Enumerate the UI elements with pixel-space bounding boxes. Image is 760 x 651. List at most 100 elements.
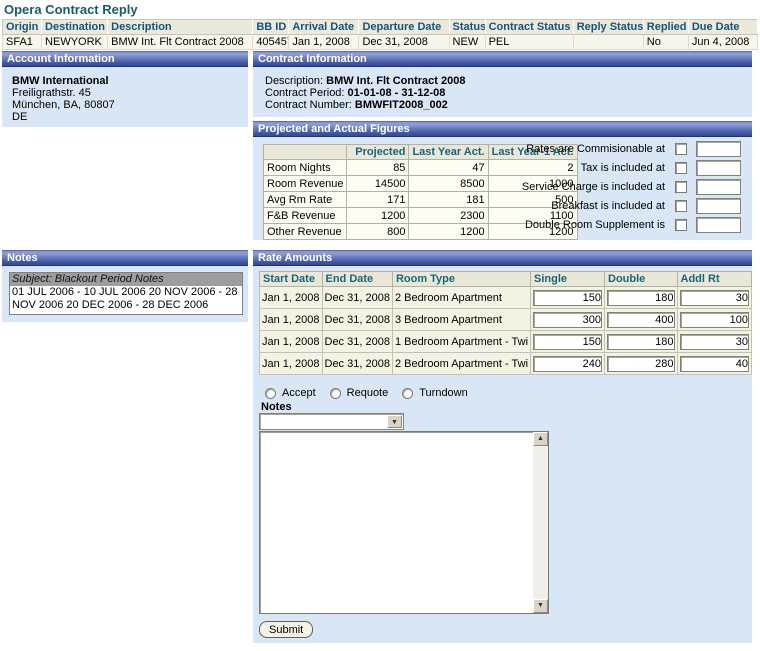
contract-summary-table: Origin Destination Description BB ID Arr… [2, 19, 758, 50]
breakfast-included-checkbox[interactable] [675, 200, 687, 212]
contract-description-value: BMW Int. Flt Contract 2008 [326, 75, 465, 87]
col-header-reply-status: Reply Status [573, 20, 643, 35]
row-label: Avg Rm Rate [264, 192, 347, 208]
contract-period-value: 01-01-08 - 31-12-08 [348, 87, 446, 99]
contract-period-label: Contract Period: [265, 87, 344, 99]
single-rate-input[interactable] [533, 290, 602, 306]
service-charge-input[interactable] [696, 179, 741, 195]
account-address-line: Freiligrathstr. 45 [12, 87, 115, 99]
cell-reply-status [573, 35, 643, 50]
rate-start-date: Jan 1, 2008 [260, 353, 323, 375]
col-header-destination: Destination [42, 20, 108, 35]
rate-start-date: Jan 1, 2008 [260, 309, 323, 331]
reply-notes-textarea[interactable]: ▲ ▼ [259, 431, 549, 614]
rate-addl-cell [677, 353, 751, 375]
scroll-down-icon[interactable]: ▼ [533, 599, 548, 613]
page-title: Opera Contract Reply [4, 2, 138, 17]
accept-radio[interactable] [265, 388, 276, 399]
projected-value: 171 [347, 192, 409, 208]
last-year-value: 47 [409, 160, 488, 176]
rate-end-date: Dec 31, 2008 [322, 353, 392, 375]
projected-figures-header: Projected and Actual Figures [253, 121, 752, 137]
opera-contract-reply-page: Opera Contract Reply Origin Destination … [0, 0, 760, 651]
single-rate-input[interactable] [533, 356, 602, 372]
table-row: Jan 1, 2008 Dec 31, 2008 2 Bedroom Apart… [260, 287, 752, 309]
textarea-scrollbar[interactable]: ▲ ▼ [533, 432, 548, 613]
contract-description-label: Description: [265, 75, 323, 87]
double-rate-input[interactable] [607, 290, 675, 306]
last-year-value: 181 [409, 192, 488, 208]
breakfast-option-row: Breakfast is included at [495, 197, 747, 214]
rate-addl-cell [677, 287, 751, 309]
col-header-addl-rt: Addl Rt [677, 272, 751, 287]
rate-double-cell [605, 353, 678, 375]
col-header-origin: Origin [3, 20, 42, 35]
submit-button[interactable]: Submit [259, 621, 313, 638]
rate-double-cell [605, 287, 678, 309]
notes-template-dropdown[interactable]: ▼ [259, 413, 404, 430]
rate-end-date: Dec 31, 2008 [322, 309, 392, 331]
tax-included-checkbox[interactable] [675, 162, 687, 174]
last-year-value: 1200 [409, 224, 488, 240]
turndown-radio-label: Turndown [419, 387, 468, 399]
commissionable-option-row: Rates are Commisionable at [495, 140, 747, 157]
account-address-block: BMW International Freiligrathstr. 45 Mün… [12, 75, 115, 123]
rate-header-row: Start Date End Date Room Type Single Dou… [260, 272, 752, 287]
single-rate-input[interactable] [533, 334, 602, 350]
addl-rate-input[interactable] [680, 312, 749, 328]
addl-rate-input[interactable] [680, 356, 749, 372]
row-label: Room Nights [264, 160, 347, 176]
addl-rate-input[interactable] [680, 334, 749, 350]
rate-start-date: Jan 1, 2008 [260, 331, 323, 353]
requote-radio[interactable] [330, 388, 341, 399]
rate-amounts-header: Rate Amounts [253, 250, 752, 266]
rate-room-type: 2 Bedroom Apartment [392, 287, 530, 309]
col-header-projected: Projected [347, 145, 409, 160]
rate-end-date: Dec 31, 2008 [322, 331, 392, 353]
double-room-supplement-checkbox[interactable] [675, 219, 687, 231]
row-label: Room Revenue [264, 176, 347, 192]
rate-room-type: 2 Bedroom Apartment - Twi [392, 353, 530, 375]
double-room-supplement-input[interactable] [696, 217, 741, 233]
double-rate-input[interactable] [607, 334, 675, 350]
breakfast-rate-input[interactable] [696, 198, 741, 214]
rate-single-cell [531, 353, 605, 375]
projected-figures-panel: Projected and Actual Figures Projected L… [253, 121, 752, 240]
cell-bbid: 405457 [253, 35, 289, 50]
cell-status: NEW [449, 35, 485, 50]
cell-due-date: Jun 4, 2008 [688, 35, 757, 50]
service-charge-label: Service Charge is included at [495, 181, 665, 193]
contract-number-value: BMWFIT2008_002 [355, 99, 448, 111]
note-subject-bar: Subject: Blackout Period Notes [10, 273, 242, 286]
col-header-departure: Departure Date [359, 20, 449, 35]
contract-number-line: Contract Number: BMWFIT2008_002 [265, 99, 465, 111]
commissionable-checkbox[interactable] [675, 143, 687, 155]
projected-corner-cell [264, 145, 347, 160]
single-rate-input[interactable] [533, 312, 602, 328]
breakfast-included-label: Breakfast is included at [495, 200, 665, 212]
turndown-radio[interactable] [402, 388, 413, 399]
rate-double-cell [605, 309, 678, 331]
double-rate-input[interactable] [607, 356, 675, 372]
row-label: F&B Revenue [264, 208, 347, 224]
rate-room-type: 1 Bedroom Apartment - Twi [392, 331, 530, 353]
dropdown-arrow-icon[interactable]: ▼ [387, 415, 402, 428]
requote-radio-label: Requote [347, 387, 389, 399]
account-address-line: München, BA, 80807 [12, 99, 115, 111]
commissionable-label: Rates are Commisionable at [495, 143, 665, 155]
double-rate-input[interactable] [607, 312, 675, 328]
rate-room-type: 3 Bedroom Apartment [392, 309, 530, 331]
cell-contract-status: PEL [485, 35, 573, 50]
scroll-up-icon[interactable]: ▲ [533, 432, 548, 446]
service-charge-checkbox[interactable] [675, 181, 687, 193]
commissionable-rate-input[interactable] [696, 141, 741, 157]
col-header-contract-status: Contract Status [485, 20, 573, 35]
addl-rate-input[interactable] [680, 290, 749, 306]
col-header-double: Double [605, 272, 678, 287]
tax-rate-input[interactable] [696, 160, 741, 176]
account-address-line: DE [12, 111, 115, 123]
rate-single-cell [531, 287, 605, 309]
double-room-supplement-row: Double Room Supplement is [495, 216, 747, 233]
projected-value: 1200 [347, 208, 409, 224]
rate-single-cell [531, 309, 605, 331]
